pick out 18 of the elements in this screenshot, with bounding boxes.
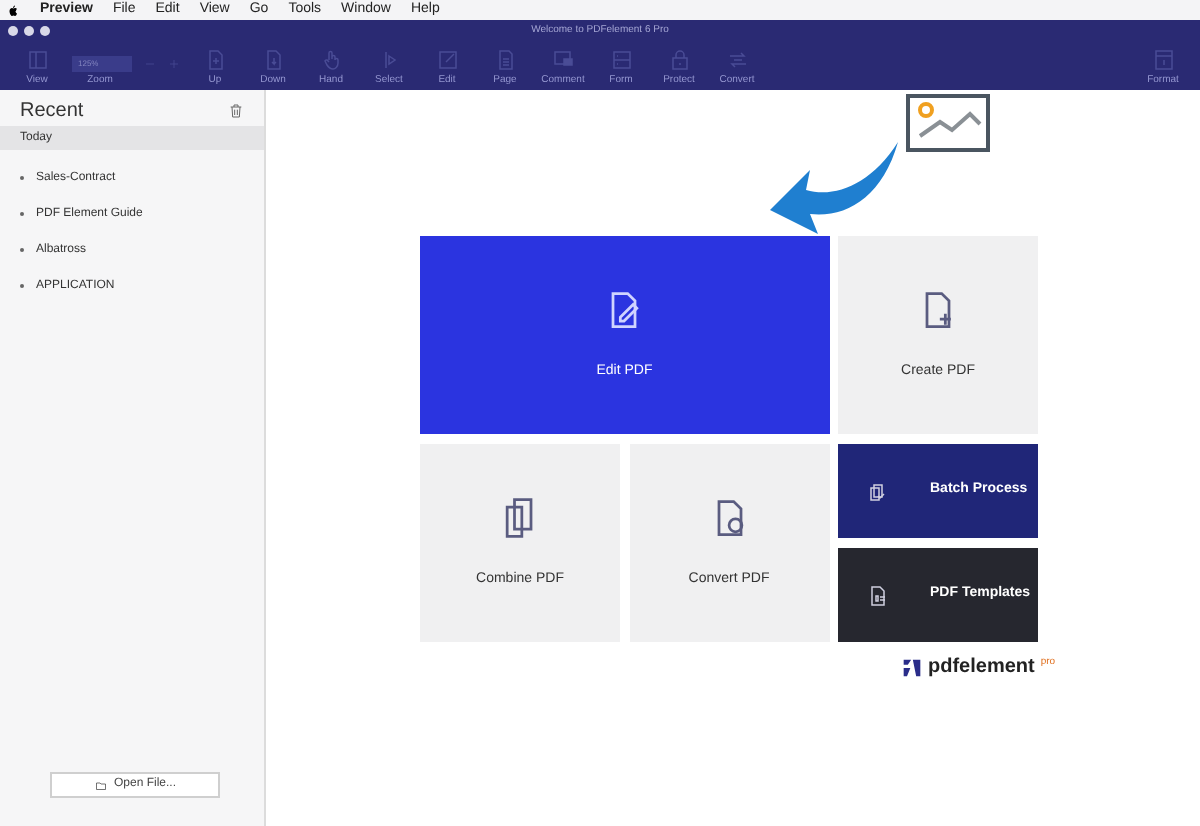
sidebar-title: Recent xyxy=(20,98,84,126)
image-icon xyxy=(904,92,992,154)
toolbar-document-plus-icon xyxy=(203,48,227,72)
toolbar-lock-icon xyxy=(667,48,691,72)
logo-mark-icon xyxy=(902,658,922,678)
trash-icon xyxy=(228,102,244,120)
toolbar-form-icon xyxy=(609,48,633,72)
toolbar-edit-icon xyxy=(435,48,459,72)
toolbar-document-down-icon xyxy=(261,48,285,72)
apple-icon xyxy=(8,3,20,17)
toolbar-format-icon xyxy=(1151,48,1175,72)
folder-icon xyxy=(93,779,108,791)
toolbar-comment-icon xyxy=(551,48,575,72)
toolbar-hand-icon xyxy=(319,48,343,72)
toolbar-convert-icon xyxy=(725,48,749,72)
toolbar-page-icon xyxy=(493,48,517,72)
document-list-icon xyxy=(866,581,890,609)
toolbar-sidebar-icon xyxy=(25,48,49,72)
